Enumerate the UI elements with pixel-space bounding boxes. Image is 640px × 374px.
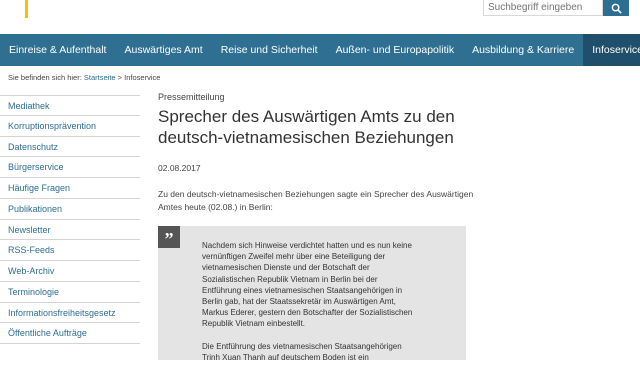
nav-item-infoservice[interactable]: Infoservice <box>583 34 640 66</box>
article-kicker: Pressemitteilung <box>158 92 225 102</box>
search-button[interactable] <box>603 0 629 16</box>
sidebar-item-rss-feeds[interactable]: RSS-Feeds <box>0 240 140 261</box>
article: Pressemitteilung Sprecher des Auswärtige… <box>158 92 488 213</box>
article-title-line: Sprecher des Auswärtigen Amts zu den <box>158 107 455 126</box>
article-title-line: deutsch-vietnamesischen Beziehungen <box>158 128 454 147</box>
nav-item-aussenpolitik[interactable]: Außen- und Europapolitik <box>327 34 464 66</box>
quote-line: vietnamesischen Dienste und der Botschaf… <box>202 263 370 273</box>
quote-line: Republik Vietnam einbestellt. <box>202 319 306 329</box>
sidebar-item-publikationen[interactable]: Publikationen <box>0 199 140 220</box>
sidebar-item-oeffentliche-auftraege[interactable]: Öffentliche Aufträge <box>0 323 140 344</box>
sidebar-item-datenschutz[interactable]: Datenschutz <box>0 137 140 158</box>
quote-line: Nachdem sich Hinweise verdichtet hatten … <box>202 241 412 250</box>
sidebar-item-buergerservice[interactable]: Bürgerservice <box>0 157 140 178</box>
top-header <box>0 0 640 36</box>
logo-accent-bar <box>25 0 28 18</box>
article-intro: Zu den deutsch-vietnamesischen Beziehung… <box>158 188 488 213</box>
sidebar: Mediathek Korruptionsprävention Datensch… <box>0 95 140 344</box>
nav-item-reise-sicherheit[interactable]: Reise und Sicherheit <box>212 34 327 66</box>
article-date: 02.08.2017 <box>158 163 201 173</box>
intro-line: Amtes heute (02.08.) in Berlin: <box>158 201 273 212</box>
sidebar-item-informationsfreiheitsgesetz[interactable]: Informationsfreiheitsgesetz <box>0 303 140 324</box>
quote-line: Entführung eines vietnamesischen Staatsa… <box>202 285 403 295</box>
breadcrumb: Sie befinden sich hier: Startseite > Inf… <box>8 73 160 82</box>
sidebar-item-haeufige-fragen[interactable]: Häufige Fragen <box>0 178 140 199</box>
nav-item-ausbildung[interactable]: Ausbildung & Karriere <box>463 34 583 66</box>
sidebar-item-newsletter[interactable]: Newsletter <box>0 220 140 241</box>
breadcrumb-home-link[interactable]: Startseite <box>84 73 116 82</box>
breadcrumb-prefix: Sie befinden sich hier: <box>8 73 82 82</box>
quote-icon: ” <box>158 226 180 249</box>
quote-line: Sozialistischen Republik Vietnam in Berl… <box>202 274 378 284</box>
breadcrumb-current: Infoservice <box>124 73 161 82</box>
quote-line: Trinh Xuan Thanh auf deutschem Boden ist… <box>202 352 369 362</box>
quote-paragraph: Nachdem sich Hinweise verdichtet hatten … <box>202 240 442 330</box>
quote-line: Die Entführung des vietnamesischen Staat… <box>202 341 402 351</box>
search-box <box>483 0 629 16</box>
quote-line: Markus Ederer, gestern den Botschafter d… <box>202 308 413 318</box>
search-icon <box>611 3 622 14</box>
search-input[interactable] <box>483 0 603 16</box>
article-title: Sprecher des Auswärtigen Amts zu den deu… <box>158 106 488 148</box>
quote-line: vernünftigen Zweifel mehr über eine Bete… <box>202 252 386 262</box>
sidebar-item-korruptionspraevention[interactable]: Korruptionsprävention <box>0 116 140 137</box>
nav-item-auswaertiges-amt[interactable]: Auswärtiges Amt <box>115 34 211 66</box>
intro-line: Zu den deutsch-vietnamesischen Beziehung… <box>158 189 474 199</box>
quote-line: Berlin gab, hat der Staatssekretär im Au… <box>202 297 396 307</box>
quote-text: Nachdem sich Hinweise verdichtet hatten … <box>202 240 442 374</box>
breadcrumb-separator: > <box>117 73 123 82</box>
nav-item-einreise[interactable]: Einreise & Aufenthalt <box>0 34 115 66</box>
sidebar-item-web-archiv[interactable]: Web-Archiv <box>0 261 140 282</box>
main-navigation: Einreise & Aufenthalt Auswärtiges Amt Re… <box>0 34 640 66</box>
sidebar-item-terminologie[interactable]: Terminologie <box>0 282 140 303</box>
sidebar-item-mediathek[interactable]: Mediathek <box>0 95 140 116</box>
quote-box: ” Nachdem sich Hinweise verdichtet hatte… <box>158 226 466 362</box>
